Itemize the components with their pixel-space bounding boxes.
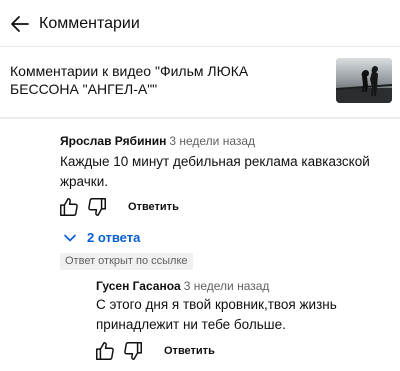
reply-reply-button[interactable]: Ответить: [164, 343, 215, 359]
page-title: Комментарии: [39, 15, 140, 32]
comment-author[interactable]: Ярослав Рябинин: [60, 134, 166, 148]
reply-like-button[interactable]: [94, 340, 116, 362]
thumbnail-image: [336, 58, 392, 103]
thumb-up-icon: [96, 342, 114, 360]
reply-button[interactable]: Ответить: [128, 199, 179, 215]
reply-dislike-button[interactable]: [122, 340, 144, 362]
reply-time: 3 недели назад: [183, 279, 270, 293]
thumb-down-icon: [88, 198, 106, 216]
thumb-down-icon: [124, 342, 142, 360]
section-divider: [0, 117, 400, 119]
dislike-button[interactable]: [86, 196, 108, 218]
comment-text: Каждые 10 минут дебильная реклама кавказ…: [60, 154, 370, 189]
thumb-up-icon: [60, 198, 78, 216]
replies-count: 2 ответа: [87, 230, 141, 245]
arrow-left-icon: [11, 16, 29, 32]
comment-time: 3 недели назад: [169, 134, 256, 148]
reply-header: Гусен Гасаноа 3 недели назад: [96, 278, 269, 294]
app-header: Комментарии: [0, 0, 400, 46]
like-button[interactable]: [58, 196, 80, 218]
video-title: Комментарии к видео "Фильм ЛЮКА БЕССОНА …: [10, 63, 249, 97]
comment-header: Ярослав Рябинин 3 недели назад: [60, 133, 255, 149]
reply-author[interactable]: Гусен Гасаноа: [96, 279, 181, 293]
video-thumbnail[interactable]: [336, 58, 392, 103]
video-info: Комментарии к видео "Фильм ЛЮКА БЕССОНА …: [0, 47, 400, 115]
back-button[interactable]: [6, 10, 34, 38]
reply-text: С этого дня я твой кровник,твоя жизнь пр…: [96, 297, 337, 332]
linked-reply-badge: Ответ открыт по ссылке: [60, 253, 193, 270]
chevron-down-icon: [64, 234, 76, 242]
